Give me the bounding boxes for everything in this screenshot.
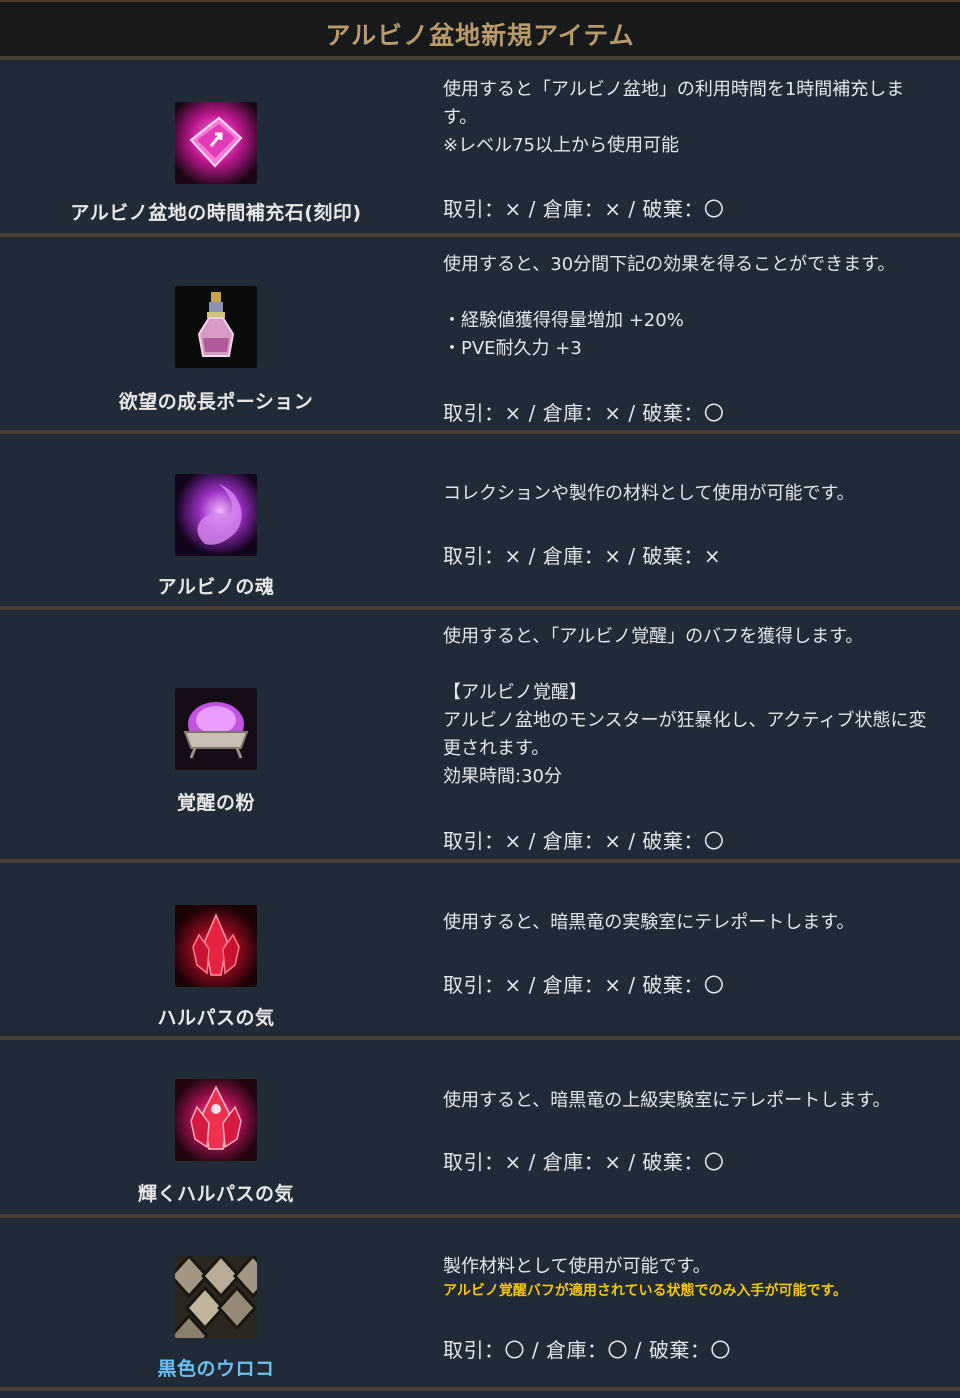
item-trade-info: 取引：× / 倉庫：× / 破棄：〇: [443, 197, 725, 221]
item-trade-info: 取引：× / 倉庫：× / 破棄：×: [443, 544, 722, 568]
item-row: ハルパスの気 使用すると、暗黒竜の実験室にテレポートします。 取引：× / 倉庫…: [0, 859, 960, 1036]
item-description: 使用すると、暗黒竜の実験室にテレポートします。: [443, 912, 855, 933]
item-name: ハルパスの気: [157, 1007, 275, 1029]
item-name: 黒色のウロコ: [157, 1358, 275, 1380]
pink-rune-stone-icon: [175, 102, 257, 184]
item-description: 製作材料として使用が可能です。 アルビノ覚醒バフが適用されている状態でのみ入手が…: [443, 1253, 952, 1301]
item-row: 輝くハルパスの気 使用すると、暗黒竜の上級実験室にテレポートします。 取引：× …: [0, 1036, 960, 1214]
page-header: アルビノ盆地新規アイテム: [0, 0, 960, 56]
item-description: 使用すると「アルビノ盆地」の利用時間を1時間補充しま す。 ※レベル75以上から…: [443, 79, 905, 156]
item-trade-info: 取引：× / 倉庫：× / 破棄：〇: [443, 829, 725, 853]
item-trade-info: 取引：× / 倉庫：× / 破棄：〇: [443, 1150, 725, 1174]
purple-soul-icon: [175, 474, 257, 556]
item-trade-info: 取引：× / 倉庫：× / 破棄：〇: [443, 401, 725, 425]
item-row: 欲望の成長ポーション 使用すると、30分間下記の効果を得ることができます。 ・経…: [0, 233, 960, 430]
item-name: アルビノの魂: [157, 576, 275, 598]
powder-bowl-icon: [175, 688, 257, 770]
item-row: 黒色のウロコ 製作材料として使用が可能です。 アルビノ覚醒バフが適用されている状…: [0, 1214, 960, 1391]
item-trade-info: 取引：× / 倉庫：× / 破棄：〇: [443, 973, 725, 997]
item-row: アルビノの魂 コレクションや製作の材料として使用が可能です。 取引：× / 倉庫…: [0, 430, 960, 606]
item-description: 使用すると、暗黒竜の上級実験室にテレポートします。: [443, 1090, 891, 1111]
page-title: アルビノ盆地新規アイテム: [325, 21, 635, 50]
item-description: 使用すると、30分間下記の効果を得ることができます。 ・経験値獲得得量増加 +2…: [443, 254, 896, 359]
item-description: コレクションや製作の材料として使用が可能です。: [443, 483, 855, 504]
item-trade-info: 取引：〇 / 倉庫：〇 / 破棄：〇: [443, 1338, 731, 1362]
item-note: アルビノ覚醒バフが適用されている状態でのみ入手が可能です。: [443, 1283, 848, 1299]
item-row: アルビノ盆地の時間補充石(刻印) 使用すると「アルビノ盆地」の利用時間を1時間補…: [0, 56, 960, 233]
item-description: 使用すると、「アルビノ覚醒」のバフを獲得します。 【アルビノ覚醒】 アルビノ盆地…: [443, 626, 927, 787]
item-row: 覚醒の粉 使用すると、「アルビノ覚醒」のバフを獲得します。 【アルビノ覚醒】 ア…: [0, 606, 960, 859]
item-name: 輝くハルパスの気: [137, 1183, 294, 1205]
black-scales-icon: [175, 1256, 257, 1338]
shining-red-crystal-icon: [175, 1079, 257, 1161]
item-name: 覚醒の粉: [176, 792, 255, 814]
red-crystal-icon: [175, 905, 257, 987]
item-name: 欲望の成長ポーション: [118, 391, 314, 413]
potion-bottle-icon: [175, 286, 257, 368]
item-name: アルビノ盆地の時間補充石(刻印): [70, 202, 362, 224]
